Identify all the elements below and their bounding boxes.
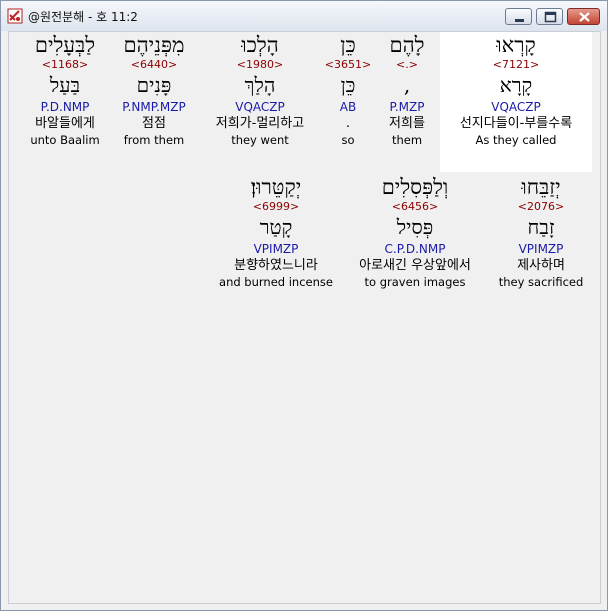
word-card[interactable]: מִפְּנֵיהֶם <6440> פָּנִים P.NMP.MZP 점점 … — [113, 32, 195, 172]
english-gloss: unto Baalim — [30, 133, 100, 147]
korean-gloss: 선지다들이-부를수록 — [459, 116, 573, 131]
word-card[interactable]: כֵּן <3651> כֵּן AB . so — [321, 32, 375, 172]
korean-gloss: 아로새긴 우상앞에서 — [359, 258, 471, 273]
parsing-code: P.MZP — [389, 100, 425, 114]
hebrew-word: לָהֶם — [389, 33, 425, 57]
english-gloss: so — [341, 133, 355, 147]
maximize-button[interactable] — [536, 8, 563, 25]
korean-gloss: 저희가-멀리하고 — [215, 116, 305, 131]
verse-analysis-panel: קָרְאוּ <7121> קָרָא VQACZP 선지다들이-부를수록 A… — [8, 31, 601, 604]
app-window: @원전분해 - 호 11:2 קָרְאוּ <7121> קָרָא VQAC… — [0, 0, 608, 611]
korean-gloss: . — [345, 116, 351, 131]
word-card[interactable]: קָרְאוּ <7121> קָרָא VQACZP 선지다들이-부를수록 A… — [440, 32, 592, 172]
word-card[interactable]: וְלַפְּסִלִים <6456> פְּסִיל C.P.D.NMP 아… — [343, 174, 487, 314]
hebrew-word: קָרְאוּ — [496, 33, 536, 57]
strong-number[interactable]: <6440> — [113, 58, 195, 72]
english-gloss: they went — [231, 133, 289, 147]
title-bar[interactable]: @원전분해 - 호 11:2 — [1, 1, 607, 31]
minimize-icon — [515, 19, 524, 22]
maximize-icon — [544, 11, 557, 23]
lemma: קָרָא — [499, 73, 533, 97]
strong-number[interactable]: <3651> — [321, 58, 375, 72]
parsing-code: VPIMZP — [518, 242, 564, 256]
hebrew-word: לַבְּעָלִים — [34, 33, 96, 57]
korean-gloss: 바알들에게 — [35, 116, 95, 131]
lemma: פְּסִיל — [396, 215, 434, 239]
lemma: קָטַר — [259, 215, 293, 239]
word-card[interactable]: יְקַטֵּרוּן׃ <6999> קָטַר VPIMZP 분향하였느니라… — [215, 174, 337, 314]
korean-gloss: 점점 — [142, 116, 166, 131]
english-gloss: As they called — [475, 133, 557, 147]
hebrew-word: וְלַפְּסִלִים — [381, 175, 449, 199]
parsing-code: P.NMP.MZP — [122, 100, 186, 114]
lemma: זָבַח — [527, 215, 555, 239]
hebrew-word: כֵּן — [340, 33, 356, 57]
minimize-button[interactable] — [505, 8, 532, 25]
strong-number[interactable]: <.> — [375, 58, 439, 72]
korean-gloss: 분향하였느니라 — [234, 258, 318, 273]
parsing-code: VPIMZP — [253, 242, 299, 256]
english-gloss: to graven images — [364, 275, 466, 289]
lemma: פָּנִים — [136, 73, 172, 97]
korean-gloss: 저희를 — [389, 116, 425, 131]
korean-gloss: 제사하며 — [517, 258, 565, 273]
english-gloss: they sacrificed — [498, 275, 584, 289]
strong-number[interactable]: <2076> — [491, 200, 591, 214]
strong-number[interactable]: <1980> — [201, 58, 319, 72]
parsing-code: C.P.D.NMP — [384, 242, 446, 256]
lemma: , — [403, 73, 411, 97]
english-gloss: from them — [123, 133, 185, 147]
window-title: @원전분해 - 호 11:2 — [28, 10, 138, 24]
parsing-code: AB — [339, 100, 357, 114]
parsing-code: VQACZP — [491, 100, 541, 114]
close-button[interactable] — [567, 8, 600, 25]
parsing-code: VQACZP — [235, 100, 285, 114]
word-card[interactable]: לַבְּעָלִים <1168> בַּעַל P.D.NMP 바알들에게 … — [19, 32, 111, 172]
strong-number[interactable]: <7121> — [440, 58, 592, 72]
app-icon — [7, 8, 23, 24]
lemma: כֵּן — [340, 73, 356, 97]
word-card[interactable]: הָלְכוּ <1980> הָלַךְ VQACZP 저희가-멀리하고 th… — [201, 32, 319, 172]
hebrew-word: יְקַטֵּרוּן׃ — [250, 175, 302, 199]
hebrew-word: הָלְכוּ — [241, 33, 279, 57]
strong-number[interactable]: <1168> — [19, 58, 111, 72]
strong-number[interactable]: <6999> — [215, 200, 337, 214]
english-gloss: and burned incense — [219, 275, 333, 289]
lemma: בַּעַל — [49, 73, 81, 97]
hebrew-word: מִפְּנֵיהֶם — [123, 33, 185, 57]
english-gloss: them — [391, 133, 423, 147]
parsing-code: P.D.NMP — [40, 100, 90, 114]
strong-number[interactable]: <6456> — [343, 200, 487, 214]
lemma: הָלַךְ — [244, 73, 276, 97]
hebrew-word: יְזַבֵּחוּ — [521, 175, 561, 199]
close-icon — [579, 12, 590, 22]
word-card[interactable]: לָהֶם <.> , P.MZP 저희를 them — [375, 32, 439, 172]
word-card[interactable]: יְזַבֵּחוּ <2076> זָבַח VPIMZP 제사하며 they… — [491, 174, 591, 314]
